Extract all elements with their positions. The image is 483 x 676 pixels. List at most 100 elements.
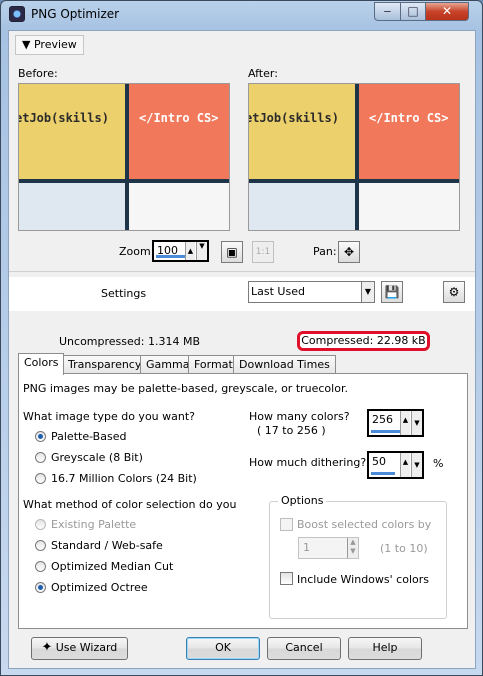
radio-greyscale[interactable] [35, 452, 46, 463]
uncompressed-size: Uncompressed: 1.314 MB [59, 335, 200, 348]
maximize-button[interactable]: □ [400, 2, 426, 21]
zoom-to-fit-button[interactable]: ▣ [221, 241, 243, 263]
chevron-down-icon: ▼ [361, 282, 374, 302]
before-label: Before: [18, 67, 58, 80]
dithering-underline [371, 472, 395, 475]
magic-wand-icon: ✦ [41, 640, 53, 655]
zoom-label: Zoom: [119, 245, 155, 258]
preview-tile-red-text: </Intro CS> [139, 111, 219, 125]
preview-tile-yellow: etJob(skills) [19, 84, 125, 179]
help-button[interactable]: Help [348, 637, 422, 660]
boost-amount-input[interactable]: 1 ▲ ▼ [298, 537, 359, 559]
num-colors-input[interactable]: 256 ▲ ▼ [367, 409, 424, 437]
settings-label: Settings [101, 287, 147, 300]
num-colors-range: ( 17 to 256 ) [257, 424, 326, 437]
dithering-input[interactable]: 50 ▲ ▼ [367, 451, 424, 479]
radio-octree[interactable] [35, 582, 46, 593]
include-windows-colors-label: Include Windows' colors [297, 573, 429, 586]
floppy-disk-icon: 💾 [384, 285, 400, 299]
zoom-actual-size-button[interactable]: 1:1 [252, 241, 274, 263]
settings-preset-value: Last Used [251, 285, 305, 298]
move-icon: ✥ [343, 245, 355, 259]
dialog-client: ▼ Preview Before: After: etJob(skills) <… [8, 30, 476, 669]
zoom-value-underline [156, 255, 186, 258]
dithering-unit: % [433, 457, 444, 470]
zoom-combo[interactable]: 100 ▲ ▼ [152, 240, 209, 262]
title-bar[interactable]: PNG Optimizer ‒ □ ✕ [1, 1, 482, 29]
radio-existing-palette[interactable] [35, 519, 46, 530]
num-colors-value: 256 [372, 413, 393, 426]
preview-tile-yellow-text: etJob(skills) [19, 111, 109, 125]
colors-tab-panel: PNG images may be palette-based, greysca… [18, 373, 468, 629]
preview-tile-white [359, 183, 459, 230]
boost-amount-stepper[interactable]: ▲ ▼ [347, 538, 358, 558]
num-colors-stepper[interactable]: ▲ [400, 411, 410, 435]
compressed-size: Compressed: 22.98 kB [297, 331, 430, 351]
method-question: What method of color selection do you [23, 498, 237, 511]
radio-palette-based[interactable] [35, 431, 46, 442]
dithering-value: 50 [372, 455, 386, 468]
radio-standard-web-safe-label: Standard / Web-safe [51, 539, 163, 552]
preview-tile-light [249, 183, 355, 230]
preview-toggle-label: Preview [33, 38, 77, 51]
after-label: After: [248, 67, 278, 80]
radio-median-cut[interactable] [35, 561, 46, 572]
boost-colors-checkbox[interactable] [280, 518, 293, 531]
actual-size-icon: 1:1 [255, 247, 271, 257]
png-optimizer-window: PNG Optimizer ‒ □ ✕ ▼ Preview Before: Af… [0, 0, 483, 676]
radio-palette-based-label: Palette-Based [51, 430, 127, 443]
pan-label: Pan: [313, 245, 337, 258]
before-preview-pane[interactable]: etJob(skills) </Intro CS> [18, 83, 230, 231]
radio-octree-label: Optimized Octree [51, 581, 148, 594]
preview-tile-red: </Intro CS> [359, 84, 459, 179]
options-group: Options Boost selected colors by 1 ▲ ▼ (1… [269, 494, 447, 619]
tab-download-times[interactable]: Download Times [233, 355, 336, 374]
settings-band [9, 277, 475, 311]
tab-format[interactable]: Format [188, 355, 239, 374]
settings-preset-select[interactable]: Last Used ▼ [248, 281, 375, 303]
compressed-size-text: Compressed: 22.98 kB [301, 334, 426, 347]
manage-presets-button[interactable]: ⚙ [443, 281, 465, 303]
tab-colors[interactable]: Colors [18, 353, 65, 375]
pan-button[interactable]: ✥ [338, 241, 360, 263]
window-title: PNG Optimizer [31, 7, 120, 21]
radio-median-cut-label: Optimized Median Cut [51, 560, 174, 573]
after-preview-pane[interactable]: etJob(skills) </Intro CS> [248, 83, 460, 231]
boost-range-label: (1 to 10) [380, 542, 428, 555]
use-wizard-button[interactable]: ✦ Use Wizard [31, 637, 128, 660]
radio-24-bit[interactable] [35, 473, 46, 484]
radio-greyscale-label: Greyscale (8 Bit) [51, 451, 143, 464]
tab-transparency[interactable]: Transparency [62, 355, 148, 374]
ok-button[interactable]: OK [186, 637, 260, 660]
zoom-stepper[interactable]: ▲ [185, 242, 195, 260]
radio-existing-palette-label: Existing Palette [51, 518, 137, 531]
preview-tile-red: </Intro CS> [129, 84, 229, 179]
cancel-button[interactable]: Cancel [267, 637, 341, 660]
radio-standard-web-safe[interactable] [35, 540, 46, 551]
colors-intro-text: PNG images may be palette-based, greysca… [23, 382, 348, 395]
save-preset-button[interactable]: 💾 [381, 281, 403, 303]
radio-24-bit-label: 16.7 Million Colors (24 Bit) [51, 472, 197, 485]
divider [9, 271, 475, 272]
include-windows-colors-checkbox[interactable] [280, 572, 293, 585]
fit-window-icon: ▣ [226, 245, 238, 259]
preview-tile-yellow: etJob(skills) [249, 84, 355, 179]
chevron-down-icon: ▼ [22, 38, 31, 51]
preview-tile-yellow-text: etJob(skills) [249, 111, 339, 125]
close-button[interactable]: ✕ [425, 2, 469, 21]
preview-toggle-button[interactable]: ▼ Preview [15, 35, 84, 55]
options-group-title: Options [278, 494, 327, 507]
boost-colors-label: Boost selected colors by [297, 518, 432, 531]
dithering-label: How much dithering? [249, 456, 367, 469]
preview-tile-red-text: </Intro CS> [369, 111, 449, 125]
chevron-down-icon[interactable]: ▼ [196, 242, 207, 260]
num-colors-label: How many colors? [249, 410, 350, 423]
chevron-down-icon[interactable]: ▼ [411, 453, 422, 477]
image-type-question: What image type do you want? [23, 410, 196, 423]
minimize-button[interactable]: ‒ [374, 2, 401, 21]
preview-tile-light [19, 183, 125, 230]
app-icon [9, 6, 25, 22]
preview-tile-white [129, 183, 229, 230]
dithering-stepper[interactable]: ▲ [400, 453, 410, 477]
chevron-down-icon[interactable]: ▼ [411, 411, 422, 435]
